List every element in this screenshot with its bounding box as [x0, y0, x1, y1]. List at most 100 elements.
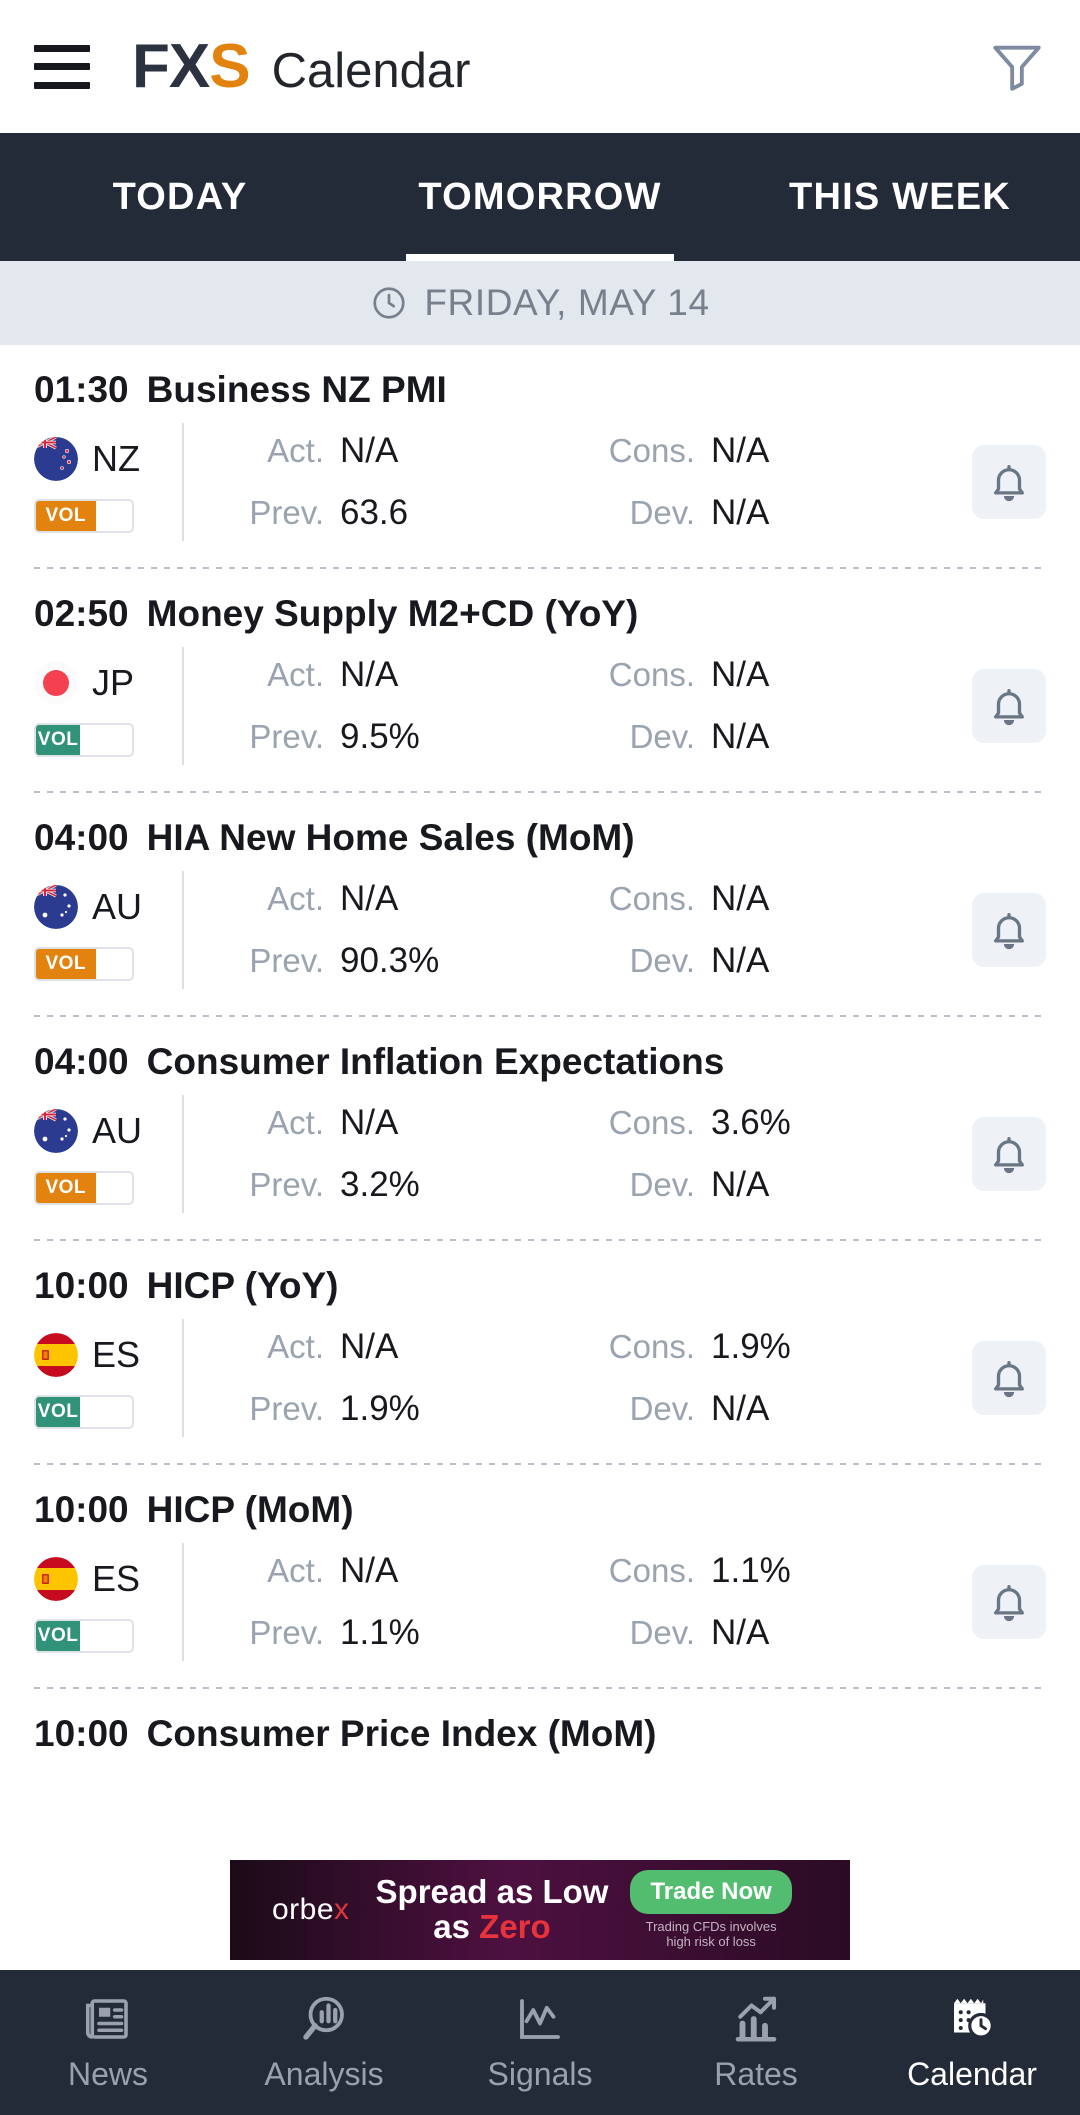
previous-value: 1.9%: [340, 1389, 420, 1428]
event-row[interactable]: 10:00 HICP (MoM) ES VOL Act. N/A Cons. 1…: [0, 1465, 1080, 1689]
event-alert-bell-button[interactable]: [972, 669, 1046, 743]
event-title: 04:00 HIA New Home Sales (MoM): [0, 817, 1080, 859]
consensus-cell: Cons. N/A: [591, 655, 962, 695]
previous-value: 1.1%: [340, 1613, 420, 1652]
actual-label: Act.: [267, 1328, 324, 1365]
nav-item-signals[interactable]: Signals: [432, 1970, 648, 2115]
country-row: ES: [34, 1551, 174, 1607]
event-body: ES VOL Act. N/A Cons. 1.9% Prev. 1.9% De…: [0, 1307, 1080, 1437]
country-row: JP: [34, 655, 174, 711]
event-time: 04:00: [34, 817, 129, 858]
ad-content[interactable]: orbex Spread as Low as Zero Trade Now Tr…: [230, 1860, 850, 1960]
volatility-indicator: VOL: [34, 1395, 134, 1429]
actual-value: N/A: [340, 431, 399, 470]
previous-label: Prev.: [249, 494, 324, 531]
event-row[interactable]: 02:50 Money Supply M2+CD (YoY) JP VOL Ac…: [0, 569, 1080, 793]
event-row-partial[interactable]: 10:00 Consumer Price Index (MoM): [0, 1689, 1080, 1755]
ad-disclaimer-line1: Trading CFDs involves: [645, 1919, 777, 1935]
ad-headline-line2: as Zero: [376, 1908, 609, 1945]
event-title: 02:50 Money Supply M2+CD (YoY): [0, 593, 1080, 635]
nav-item-calendar[interactable]: Calendar: [864, 1970, 1080, 2115]
es-flag-icon: [34, 1557, 78, 1601]
consensus-value: N/A: [711, 879, 770, 918]
nz-flag-icon: [34, 437, 78, 481]
event-name: Consumer Price Index (MoM): [146, 1713, 657, 1754]
nav-item-label: Calendar: [907, 2056, 1037, 2092]
event-title: 10:00 Consumer Price Index (MoM): [0, 1713, 1080, 1755]
country-column: AU VOL: [34, 879, 174, 981]
event-alert-bell-button[interactable]: [972, 1117, 1046, 1191]
previous-value: 3.2%: [340, 1165, 420, 1204]
nav-item-label: News: [67, 2056, 148, 2092]
actual-label: Act.: [267, 656, 324, 693]
tab-this-week[interactable]: THIS WEEK: [720, 133, 1080, 261]
filter-funnel-icon[interactable]: [988, 38, 1046, 96]
consensus-value: 1.1%: [711, 1551, 791, 1590]
event-title: 10:00 HICP (YoY): [0, 1265, 1080, 1307]
previous-cell: Prev. 1.1%: [220, 1613, 591, 1653]
event-row[interactable]: 04:00 Consumer Inflation Expectations AU…: [0, 1017, 1080, 1241]
deviation-label: Dev.: [629, 718, 695, 755]
magnifier-chart-icon: [297, 1992, 351, 2046]
event-alert-bell-button[interactable]: [972, 1565, 1046, 1639]
event-row[interactable]: 04:00 HIA New Home Sales (MoM) AU VOL Ac…: [0, 793, 1080, 1017]
event-alert-bell-button[interactable]: [972, 1341, 1046, 1415]
deviation-value: N/A: [711, 1613, 770, 1652]
deviation-label: Dev.: [629, 1614, 695, 1651]
volatility-label: VOL: [45, 1177, 87, 1198]
volatility-indicator: VOL: [34, 1171, 134, 1205]
actual-cell: Act. N/A: [220, 1327, 591, 1367]
consensus-cell: Cons. 3.6%: [591, 1103, 962, 1143]
consensus-cell: Cons. 1.9%: [591, 1327, 962, 1367]
hamburger-menu-icon[interactable]: [34, 44, 90, 89]
calendar-clock-icon: [945, 1992, 999, 2046]
tab-today[interactable]: TODAY: [0, 133, 360, 261]
event-body: ES VOL Act. N/A Cons. 1.1% Prev. 1.1% De…: [0, 1531, 1080, 1661]
event-name: Consumer Inflation Expectations: [146, 1041, 725, 1082]
event-name: Money Supply M2+CD (YoY): [146, 593, 639, 634]
date-header: FRIDAY, MAY 14: [0, 261, 1080, 345]
event-row[interactable]: 10:00 HICP (YoY) ES VOL Act. N/A Cons. 1…: [0, 1241, 1080, 1465]
event-data-grid: Act. N/A Cons. 1.1% Prev. 1.1% Dev. N/A: [184, 1551, 962, 1653]
actual-value: N/A: [340, 1551, 399, 1590]
event-name: HIA New Home Sales (MoM): [146, 817, 635, 858]
event-name: HICP (MoM): [146, 1489, 354, 1530]
ad-cta-group: Trade Now Trading CFDs involves high ris…: [630, 1870, 792, 1950]
deviation-value: N/A: [711, 1389, 770, 1428]
country-code: JP: [92, 662, 135, 703]
nav-item-analysis[interactable]: Analysis: [216, 1970, 432, 2115]
event-name: Business NZ PMI: [146, 369, 447, 410]
event-time: 10:00: [34, 1265, 129, 1306]
brand-fx-text: FX: [132, 32, 210, 101]
event-time: 02:50: [34, 593, 129, 634]
trade-now-button[interactable]: Trade Now: [630, 1870, 792, 1915]
country-row: ES: [34, 1327, 174, 1383]
au-flag-icon: [34, 885, 78, 929]
country-column: NZ VOL: [34, 431, 174, 533]
event-time: 10:00: [34, 1489, 129, 1530]
country-column: AU VOL: [34, 1103, 174, 1205]
actual-label: Act.: [267, 880, 324, 917]
volatility-label: VOL: [37, 729, 79, 750]
nav-item-rates[interactable]: Rates: [648, 1970, 864, 2115]
event-row[interactable]: 01:30 Business NZ PMI NZ VOL Act. N/A Co…: [0, 345, 1080, 569]
event-alert-bell-button[interactable]: [972, 893, 1046, 967]
country-row: AU: [34, 879, 174, 935]
nav-item-news[interactable]: News: [0, 1970, 216, 2115]
advertisement-banner[interactable]: orbex Spread as Low as Zero Trade Now Tr…: [0, 1850, 1080, 1970]
ad-disclaimer-line2: high risk of loss: [666, 1934, 756, 1949]
consensus-label: Cons.: [608, 880, 695, 917]
deviation-label: Dev.: [629, 494, 695, 531]
previous-cell: Prev. 3.2%: [220, 1165, 591, 1205]
deviation-cell: Dev. N/A: [591, 493, 962, 533]
tab-tomorrow[interactable]: TOMORROW: [360, 133, 720, 261]
ad-logo-x: x: [334, 1893, 350, 1926]
ad-disclaimer: Trading CFDs involves high risk of loss: [630, 1919, 791, 1950]
event-alert-bell-button[interactable]: [972, 445, 1046, 519]
nav-item-label: Analysis: [264, 2056, 384, 2092]
newspaper-icon: [81, 1992, 135, 2046]
country-row: NZ: [34, 431, 174, 487]
actual-value: N/A: [340, 879, 399, 918]
ad-line2-prefix: as: [433, 1908, 480, 1945]
country-column: ES VOL: [34, 1327, 174, 1429]
